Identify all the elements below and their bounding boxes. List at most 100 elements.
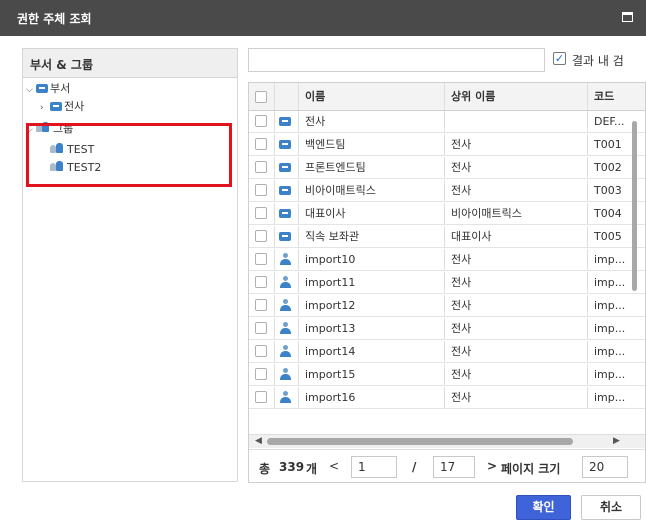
dialog-title: 권한 주체 조회 — [17, 12, 92, 26]
vertical-scroll-thumb[interactable] — [632, 121, 637, 291]
cell-parent: 전사 — [445, 180, 588, 201]
row-checkbox-cell — [249, 387, 275, 408]
cell-parent: 전사 — [445, 272, 588, 293]
cell-parent — [445, 111, 588, 132]
page-size-input[interactable]: 20 — [582, 456, 628, 478]
row-checkbox[interactable] — [255, 161, 267, 173]
row-checkbox[interactable] — [255, 253, 267, 265]
prev-page-button[interactable]: < — [329, 459, 339, 473]
scroll-right-icon[interactable]: ▶ — [613, 436, 620, 446]
row-checkbox[interactable] — [255, 207, 267, 219]
row-checkbox[interactable] — [255, 138, 267, 150]
cancel-button[interactable]: 취소 — [581, 495, 641, 520]
table-row[interactable]: 프론트엔드팀 전사 T002 — [249, 157, 645, 179]
row-checkbox[interactable] — [255, 345, 267, 357]
row-checkbox-cell — [249, 364, 275, 385]
horizontal-scroll-thumb[interactable] — [267, 438, 573, 445]
row-checkbox[interactable] — [255, 391, 267, 403]
cell-code: imp... — [594, 276, 626, 289]
table-row[interactable]: import15 전사 imp... — [249, 364, 645, 386]
org-icon — [279, 140, 291, 149]
cell-code: T002 — [594, 161, 622, 174]
maximize-icon[interactable] — [622, 12, 633, 22]
table-row[interactable]: import10 전사 imp... — [249, 249, 645, 271]
next-page-button[interactable]: > — [487, 459, 497, 473]
column-header-code[interactable]: 코드 — [588, 83, 630, 110]
row-checkbox-cell — [249, 249, 275, 270]
row-icon-cell — [275, 364, 299, 385]
cell-name: 프론트엔드팀 — [299, 157, 445, 178]
user-icon — [280, 345, 291, 357]
row-icon-cell — [275, 180, 299, 201]
table-row[interactable]: 대표이사 비아이매트릭스 T004 — [249, 203, 645, 225]
result-in-checkbox[interactable]: ✓ — [553, 52, 566, 65]
dept-group-header: 부서 & 그룹 — [23, 49, 237, 78]
confirm-button[interactable]: 확인 — [516, 495, 571, 520]
row-icon-cell — [275, 341, 299, 362]
row-icon-cell — [275, 111, 299, 132]
row-checkbox[interactable] — [255, 299, 267, 311]
total-pages: 17 — [433, 456, 475, 478]
chevron-right-icon[interactable]: › — [40, 99, 50, 117]
horizontal-scrollbar[interactable]: ◀ ▶ — [249, 434, 645, 448]
row-checkbox-cell — [249, 295, 275, 316]
row-checkbox-cell — [249, 111, 275, 132]
row-icon-cell — [275, 249, 299, 270]
highlight-annotation — [26, 123, 232, 187]
cell-parent: 대표이사 — [445, 226, 588, 247]
row-checkbox[interactable] — [255, 184, 267, 196]
row-checkbox[interactable] — [255, 368, 267, 380]
user-icon — [280, 299, 291, 311]
org-icon — [279, 117, 291, 126]
table-row[interactable]: 백엔드팀 전사 T001 — [249, 134, 645, 156]
member-grid: 이름 상위 이름 코드 전사 DEF... 백엔드팀 전사 T001 프론트엔드팀 전사 T0… — [248, 82, 646, 483]
cell-name: import15 — [299, 364, 445, 385]
row-checkbox-cell — [249, 157, 275, 178]
chevron-down-icon[interactable]: ⌵ — [26, 81, 36, 99]
page-slash: / — [412, 460, 417, 474]
row-checkbox-cell — [249, 341, 275, 362]
row-checkbox[interactable] — [255, 322, 267, 334]
result-in-label: 결과 내 검 — [572, 54, 624, 68]
select-all-checkbox[interactable] — [255, 91, 267, 103]
table-row[interactable]: import16 전사 imp... — [249, 387, 645, 409]
search-input[interactable] — [248, 48, 545, 72]
tree-node-dept[interactable]: ⌵ 부서 — [26, 80, 70, 98]
cell-name: 비아이매트릭스 — [299, 180, 445, 201]
table-row[interactable]: 비아이매트릭스 전사 T003 — [249, 180, 645, 202]
row-checkbox[interactable] — [255, 230, 267, 242]
current-page-input[interactable]: 1 — [351, 456, 397, 478]
user-icon — [280, 276, 291, 288]
scroll-left-icon[interactable]: ◀ — [255, 436, 262, 446]
table-row[interactable]: import13 전사 imp... — [249, 318, 645, 340]
row-icon-cell — [275, 387, 299, 408]
cell-parent: 전사 — [445, 249, 588, 270]
cell-code: imp... — [594, 253, 626, 266]
cell-code: T003 — [594, 184, 622, 197]
column-header-name[interactable]: 이름 — [299, 83, 445, 110]
cell-code: T004 — [594, 207, 622, 220]
cell-code: imp... — [594, 322, 626, 335]
cell-parent: 전사 — [445, 134, 588, 155]
cell-parent: 전사 — [445, 318, 588, 339]
row-checkbox[interactable] — [255, 276, 267, 288]
table-row[interactable]: import11 전사 imp... — [249, 272, 645, 294]
vertical-scrollbar[interactable] — [630, 111, 640, 434]
tree-node-label: 부서 — [50, 82, 71, 95]
table-row[interactable]: 직속 보좌관 대표이사 T005 — [249, 226, 645, 248]
table-row[interactable]: import12 전사 imp... — [249, 295, 645, 317]
dept-group-panel: 부서 & 그룹 ⌵ 부서 › 전사 ⌵ 그룹 TEST TEST2 — [22, 48, 238, 482]
row-checkbox[interactable] — [255, 115, 267, 127]
table-row[interactable]: import14 전사 imp... — [249, 341, 645, 363]
column-header-parent[interactable]: 상위 이름 — [445, 83, 588, 110]
cell-parent: 전사 — [445, 341, 588, 362]
cell-parent: 전사 — [445, 157, 588, 178]
table-row[interactable]: 전사 DEF... — [249, 111, 645, 133]
tree-node-dept-all[interactable]: › 전사 — [40, 98, 84, 116]
row-icon-cell — [275, 295, 299, 316]
cell-parent: 전사 — [445, 387, 588, 408]
user-icon — [280, 391, 291, 403]
page-size-label: 페이지 크기 — [501, 462, 561, 476]
pager: 총 339 개 < 1 / 17 > 페이지 크기 20 — [249, 449, 645, 482]
cell-code: imp... — [594, 345, 626, 358]
